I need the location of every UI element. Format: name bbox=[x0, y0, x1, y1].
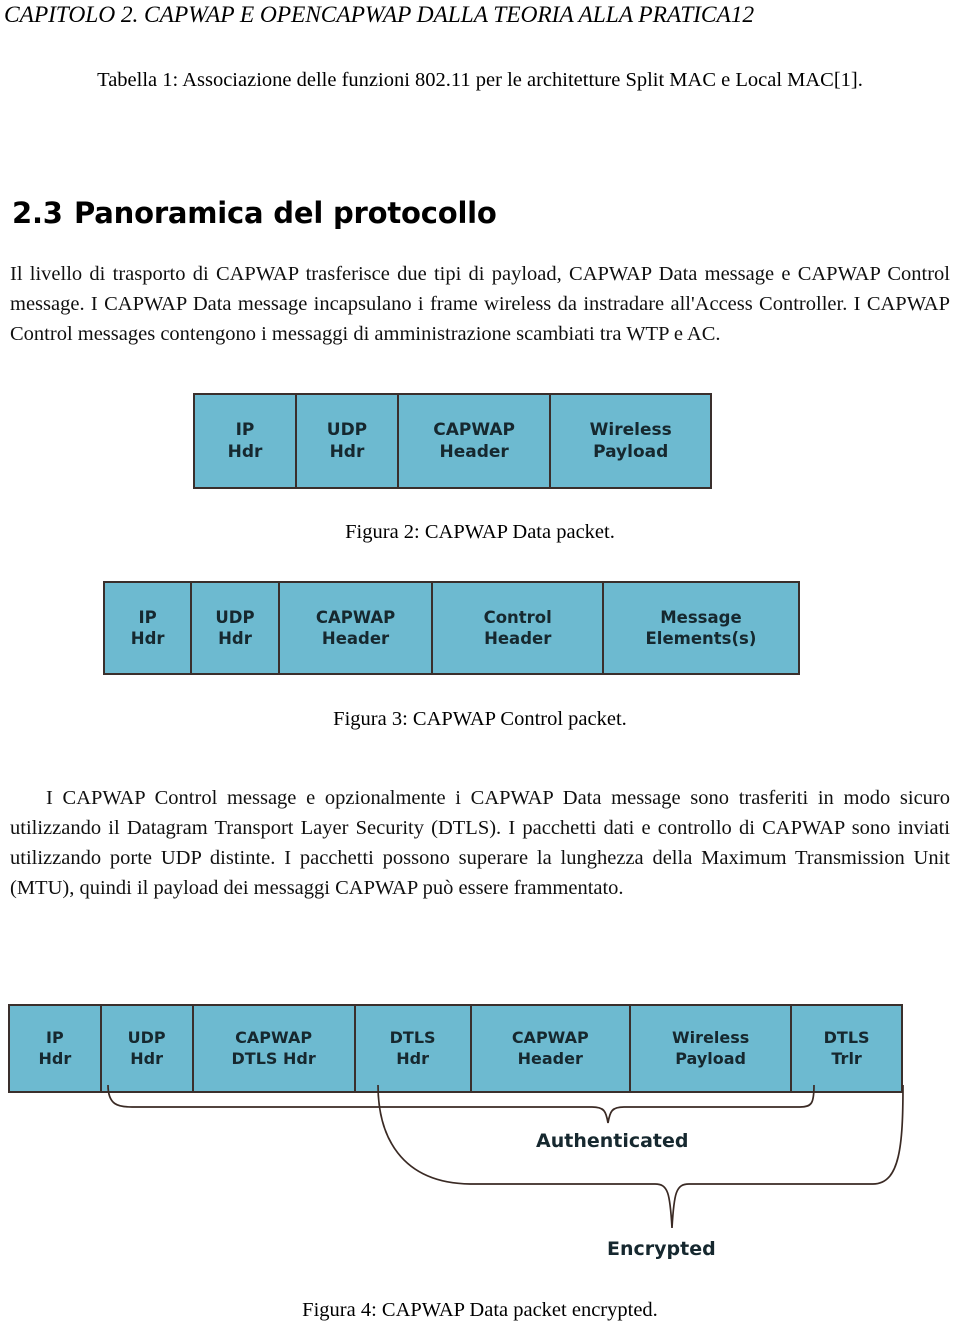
figure-capwap-data-packet-encrypted: IP Hdr UDP Hdr CAPWAP DTLS Hdr DTLS Hdr … bbox=[8, 1004, 903, 1093]
packet-field-line2: DTLS Hdr bbox=[231, 1048, 316, 1068]
packet-field: CAPWAP Header bbox=[399, 395, 552, 487]
packet-field-line1: CAPWAP bbox=[315, 607, 396, 627]
body-paragraph-1: Il livello di trasporto di CAPWAP trasfe… bbox=[10, 262, 950, 345]
section-number: 2.3 bbox=[12, 196, 63, 231]
packet-field-line2: Elements(s) bbox=[645, 629, 757, 648]
packet-field: Wireless Payload bbox=[631, 1006, 793, 1091]
encrypted-label: Encrypted bbox=[607, 1238, 716, 1260]
packet-field-line1: UDP bbox=[127, 1027, 166, 1047]
packet-field: CAPWAP Header bbox=[472, 1006, 631, 1091]
packet-field-line1: DTLS bbox=[389, 1027, 436, 1047]
page-running-header: CAPITOLO 2. CAPWAP E OPENCAPWAP DALLA TE… bbox=[4, 2, 755, 28]
authenticated-brace bbox=[107, 1085, 815, 1124]
figure-capwap-data-packet: IP Hdr UDP Hdr CAPWAP Header Wireless Pa… bbox=[193, 393, 712, 489]
packet-field: IP Hdr bbox=[105, 583, 193, 673]
figure-2-caption: Figura 2: CAPWAP Data packet. bbox=[345, 521, 615, 543]
packet-field-line1: Wireless bbox=[589, 419, 672, 440]
packet-field: Message Elements(s) bbox=[604, 583, 798, 673]
packet-field-line2: Hdr bbox=[396, 1048, 429, 1068]
figure-4-brace-annotations bbox=[107, 1085, 904, 1229]
table-caption: Tabella 1: Associazione delle funzioni 8… bbox=[97, 69, 863, 91]
authenticated-label: Authenticated bbox=[536, 1130, 689, 1152]
packet-field: CAPWAP Header bbox=[280, 583, 434, 673]
packet-field: Control Header bbox=[433, 583, 604, 673]
packet-field-line2: Hdr bbox=[218, 629, 252, 648]
packet-field-line2: Trlr bbox=[831, 1048, 862, 1068]
body-paragraph-2: I CAPWAP Control message e opzionalmente… bbox=[10, 786, 950, 900]
packet-field-line2: Header bbox=[484, 629, 552, 648]
packet-field: UDP Hdr bbox=[102, 1006, 194, 1091]
packet-field-line2: Hdr bbox=[130, 1048, 164, 1068]
packet-field: DTLS Trlr bbox=[792, 1006, 901, 1091]
packet-field-line1: IP bbox=[138, 607, 157, 627]
packet-field-line1: UDP bbox=[215, 607, 255, 627]
packet-field-line1: IP bbox=[235, 419, 255, 440]
packet-field-line2: Header bbox=[517, 1048, 583, 1068]
packet-field-line2: Hdr bbox=[130, 629, 165, 648]
packet-field-line2: Header bbox=[439, 442, 509, 462]
packet-field: UDP Hdr bbox=[192, 583, 280, 673]
packet-field-line2: Hdr bbox=[329, 442, 365, 462]
packet-field-line1: CAPWAP bbox=[511, 1027, 589, 1047]
packet-field-line1: Wireless bbox=[672, 1027, 750, 1047]
packet-field: UDP Hdr bbox=[297, 395, 399, 487]
packet-field-line1: IP bbox=[46, 1027, 64, 1047]
packet-field-line2: Payload bbox=[593, 442, 669, 462]
packet-field-line2: Hdr bbox=[227, 442, 263, 462]
section-title: Panoramica del protocollo bbox=[74, 196, 497, 231]
packet-field: IP Hdr bbox=[10, 1006, 102, 1091]
packet-field-line2: Hdr bbox=[38, 1048, 72, 1068]
packet-field-line1: Control bbox=[483, 607, 552, 627]
figure-capwap-control-packet: IP Hdr UDP Hdr CAPWAP Header Control Hea… bbox=[103, 581, 800, 675]
packet-field-line1: Message bbox=[660, 607, 742, 627]
packet-field: DTLS Hdr bbox=[356, 1006, 472, 1091]
packet-field-line2: Payload bbox=[675, 1048, 747, 1068]
packet-field-line1: CAPWAP bbox=[433, 419, 515, 440]
packet-field-line1: CAPWAP bbox=[235, 1027, 313, 1047]
section-heading: 2.3 Panoramica del protocollo bbox=[12, 196, 948, 230]
packet-field: Wireless Payload bbox=[551, 395, 710, 487]
figure-3-caption: Figura 3: CAPWAP Control packet. bbox=[333, 708, 627, 730]
packet-field-line1: DTLS bbox=[823, 1027, 870, 1047]
figure-4-caption: Figura 4: CAPWAP Data packet encrypted. bbox=[302, 1299, 658, 1321]
packet-field-line1: UDP bbox=[326, 419, 368, 440]
packet-field: IP Hdr bbox=[195, 395, 297, 487]
packet-field: CAPWAP DTLS Hdr bbox=[194, 1006, 356, 1091]
packet-field-line2: Header bbox=[321, 629, 390, 648]
